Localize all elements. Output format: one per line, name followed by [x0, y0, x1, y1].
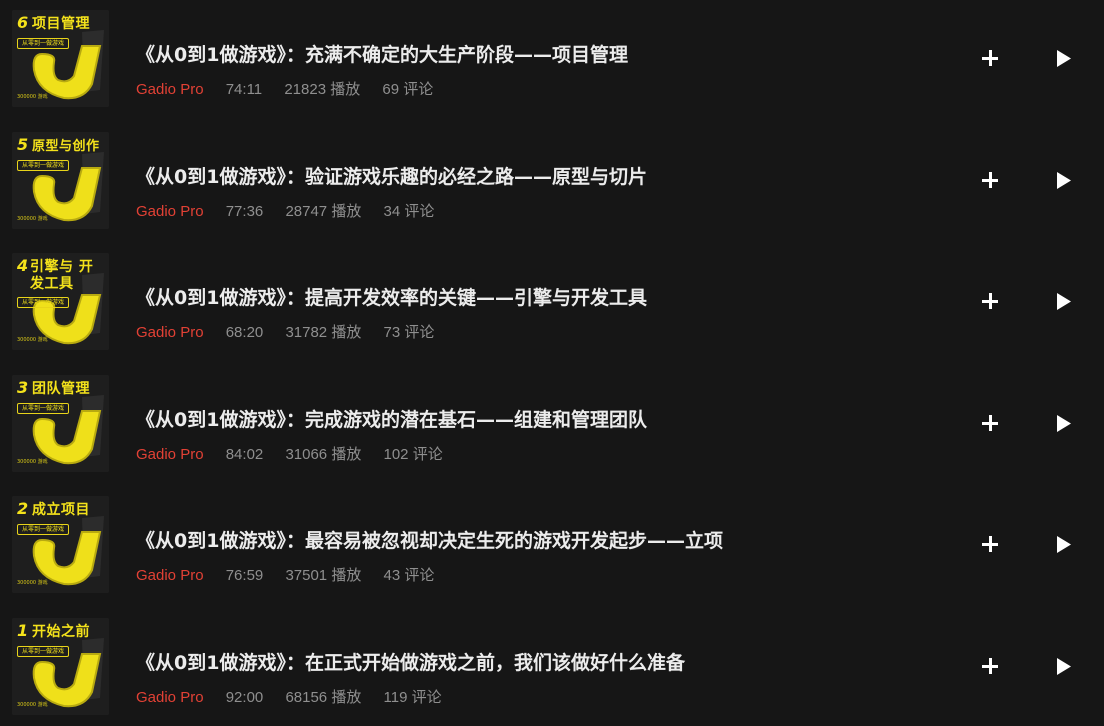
episode-play-count: 31782 播放 — [285, 324, 362, 341]
episode-duration: 77:36 — [225, 203, 264, 220]
episode-author-link[interactable]: Gadio Pro — [136, 446, 204, 463]
thumbnail-footer: 300000 游戏 — [17, 459, 48, 465]
episode-comment-count: 43 评论 — [383, 567, 435, 584]
episode-meta: Gadio Pro 92:00 68156 播放 119 评论 — [136, 686, 460, 707]
episode-meta: Gadio Pro 76:59 37501 播放 43 评论 — [136, 564, 452, 585]
play-icon — [1057, 415, 1071, 432]
thumbnail-title: 成立项目 — [32, 502, 90, 518]
add-to-playlist-button[interactable] — [975, 529, 1005, 559]
thumbnail-episode-number: 1 — [17, 621, 29, 640]
play-icon — [1057, 172, 1071, 189]
add-to-playlist-button[interactable] — [975, 651, 1005, 681]
play-button[interactable] — [1048, 529, 1078, 559]
thumbnail-subtitle: 从零到一做游戏 — [17, 297, 70, 308]
thumbnail-footer: 300000 游戏 — [17, 702, 48, 708]
episode-author-link[interactable]: Gadio Pro — [136, 324, 204, 341]
episode-meta: Gadio Pro 68:20 31782 播放 73 评论 — [136, 321, 452, 342]
episode-comment-count: 73 评论 — [383, 324, 435, 341]
play-button[interactable] — [1048, 286, 1078, 316]
play-button[interactable] — [1048, 408, 1078, 438]
play-button[interactable] — [1048, 651, 1078, 681]
episode-thumbnail[interactable]: 3 团队管理 从零到一做游戏 300000 游戏 — [12, 375, 109, 472]
episode-play-count: 28747 播放 — [285, 203, 362, 220]
thumbnail-title: 团队管理 — [32, 381, 90, 397]
thumbnail-footer: 300000 游戏 — [17, 216, 48, 222]
episode-duration: 74:11 — [225, 81, 263, 98]
episode-comment-count: 69 评论 — [382, 81, 434, 98]
add-to-playlist-button[interactable] — [975, 286, 1005, 316]
add-to-playlist-button[interactable] — [975, 43, 1005, 73]
episode-duration: 92:00 — [225, 689, 264, 706]
episode-author-link[interactable]: Gadio Pro — [136, 689, 204, 706]
thumbnail-episode-number: 6 — [17, 13, 29, 32]
thumbnail-title: 引擎与 开发工具 — [30, 259, 94, 292]
thumbnail-footer: 300000 游戏 — [17, 94, 48, 100]
thumbnail-episode-number: 2 — [17, 499, 29, 518]
episode-meta: Gadio Pro 84:02 31066 播放 102 评论 — [136, 443, 461, 464]
episode-author-link[interactable]: Gadio Pro — [136, 203, 204, 220]
plus-icon — [982, 172, 998, 188]
episode-thumbnail[interactable]: 6 项目管理 从零到一做游戏 300000 游戏 — [12, 10, 109, 107]
episode-row: 4 引擎与 开发工具 从零到一做游戏 300000 游戏 《从0到1做游戏》：提… — [0, 253, 1104, 363]
episode-title[interactable]: 《从0到1做游戏》：最容易被忽视却决定生死的游戏开发起步——立项 — [136, 526, 723, 553]
episode-thumbnail[interactable]: 5 原型与创作 从零到一做游戏 300000 游戏 — [12, 132, 109, 229]
plus-icon — [982, 415, 998, 431]
episode-duration: 84:02 — [225, 446, 264, 463]
play-icon — [1057, 293, 1071, 310]
thumbnail-subtitle: 从零到一做游戏 — [17, 646, 70, 657]
add-to-playlist-button[interactable] — [975, 165, 1005, 195]
episode-meta: Gadio Pro 77:36 28747 播放 34 评论 — [136, 200, 452, 221]
thumbnail-title: 项目管理 — [32, 16, 90, 32]
thumbnail-footer: 300000 游戏 — [17, 337, 48, 343]
play-button[interactable] — [1048, 165, 1078, 195]
episode-author-link[interactable]: Gadio Pro — [136, 567, 204, 584]
episode-author-link[interactable]: Gadio Pro — [136, 81, 204, 98]
episode-title[interactable]: 《从0到1做游戏》：充满不确定的大生产阶段——项目管理 — [136, 40, 628, 67]
episode-meta: Gadio Pro 74:11 21823 播放 69 评论 — [136, 78, 451, 99]
plus-icon — [982, 658, 998, 674]
play-button[interactable] — [1048, 43, 1078, 73]
play-icon — [1057, 50, 1071, 67]
thumbnail-footer: 300000 游戏 — [17, 580, 48, 586]
episode-thumbnail[interactable]: 4 引擎与 开发工具 从零到一做游戏 300000 游戏 — [12, 253, 109, 350]
episode-title[interactable]: 《从0到1做游戏》：验证游戏乐趣的必经之路——原型与切片 — [136, 162, 647, 189]
episode-list: 6 项目管理 从零到一做游戏 300000 游戏 《从0到1做游戏》：充满不确定… — [0, 0, 1104, 726]
episode-duration: 68:20 — [225, 324, 264, 341]
plus-icon — [982, 536, 998, 552]
plus-icon — [982, 293, 998, 309]
thumbnail-subtitle: 从零到一做游戏 — [17, 403, 70, 414]
plus-icon — [982, 50, 998, 66]
episode-row: 3 团队管理 从零到一做游戏 300000 游戏 《从0到1做游戏》：完成游戏的… — [0, 375, 1104, 485]
episode-row: 6 项目管理 从零到一做游戏 300000 游戏 《从0到1做游戏》：充满不确定… — [0, 10, 1104, 120]
add-to-playlist-button[interactable] — [975, 408, 1005, 438]
episode-play-count: 21823 播放 — [284, 81, 361, 98]
thumbnail-episode-number: 3 — [17, 378, 29, 397]
thumbnail-subtitle: 从零到一做游戏 — [17, 160, 70, 171]
thumbnail-episode-number: 4 — [17, 256, 29, 275]
episode-row: 5 原型与创作 从零到一做游戏 300000 游戏 《从0到1做游戏》：验证游戏… — [0, 132, 1104, 242]
episode-play-count: 37501 播放 — [285, 567, 362, 584]
episode-play-count: 68156 播放 — [285, 689, 362, 706]
episode-play-count: 31066 播放 — [285, 446, 362, 463]
episode-title[interactable]: 《从0到1做游戏》：完成游戏的潜在基石——组建和管理团队 — [136, 405, 647, 432]
thumbnail-subtitle: 从零到一做游戏 — [17, 38, 70, 49]
thumbnail-subtitle: 从零到一做游戏 — [17, 524, 70, 535]
episode-row: 1 开始之前 从零到一做游戏 300000 游戏 《从0到1做游戏》：在正式开始… — [0, 618, 1104, 726]
episode-thumbnail[interactable]: 1 开始之前 从零到一做游戏 300000 游戏 — [12, 618, 109, 715]
episode-row: 2 成立项目 从零到一做游戏 300000 游戏 《从0到1做游戏》：最容易被忽… — [0, 496, 1104, 606]
episode-title[interactable]: 《从0到1做游戏》：在正式开始做游戏之前，我们该做好什么准备 — [136, 648, 685, 675]
play-icon — [1057, 536, 1071, 553]
episode-comment-count: 34 评论 — [383, 203, 435, 220]
episode-comment-count: 119 评论 — [383, 689, 442, 706]
thumbnail-episode-number: 5 — [17, 135, 29, 154]
thumbnail-title: 开始之前 — [32, 624, 90, 640]
episode-thumbnail[interactable]: 2 成立项目 从零到一做游戏 300000 游戏 — [12, 496, 109, 593]
play-icon — [1057, 658, 1071, 675]
episode-comment-count: 102 评论 — [383, 446, 443, 463]
thumbnail-title: 原型与创作 — [32, 139, 100, 154]
episode-title[interactable]: 《从0到1做游戏》：提高开发效率的关键——引擎与开发工具 — [136, 283, 647, 310]
episode-duration: 76:59 — [225, 567, 264, 584]
